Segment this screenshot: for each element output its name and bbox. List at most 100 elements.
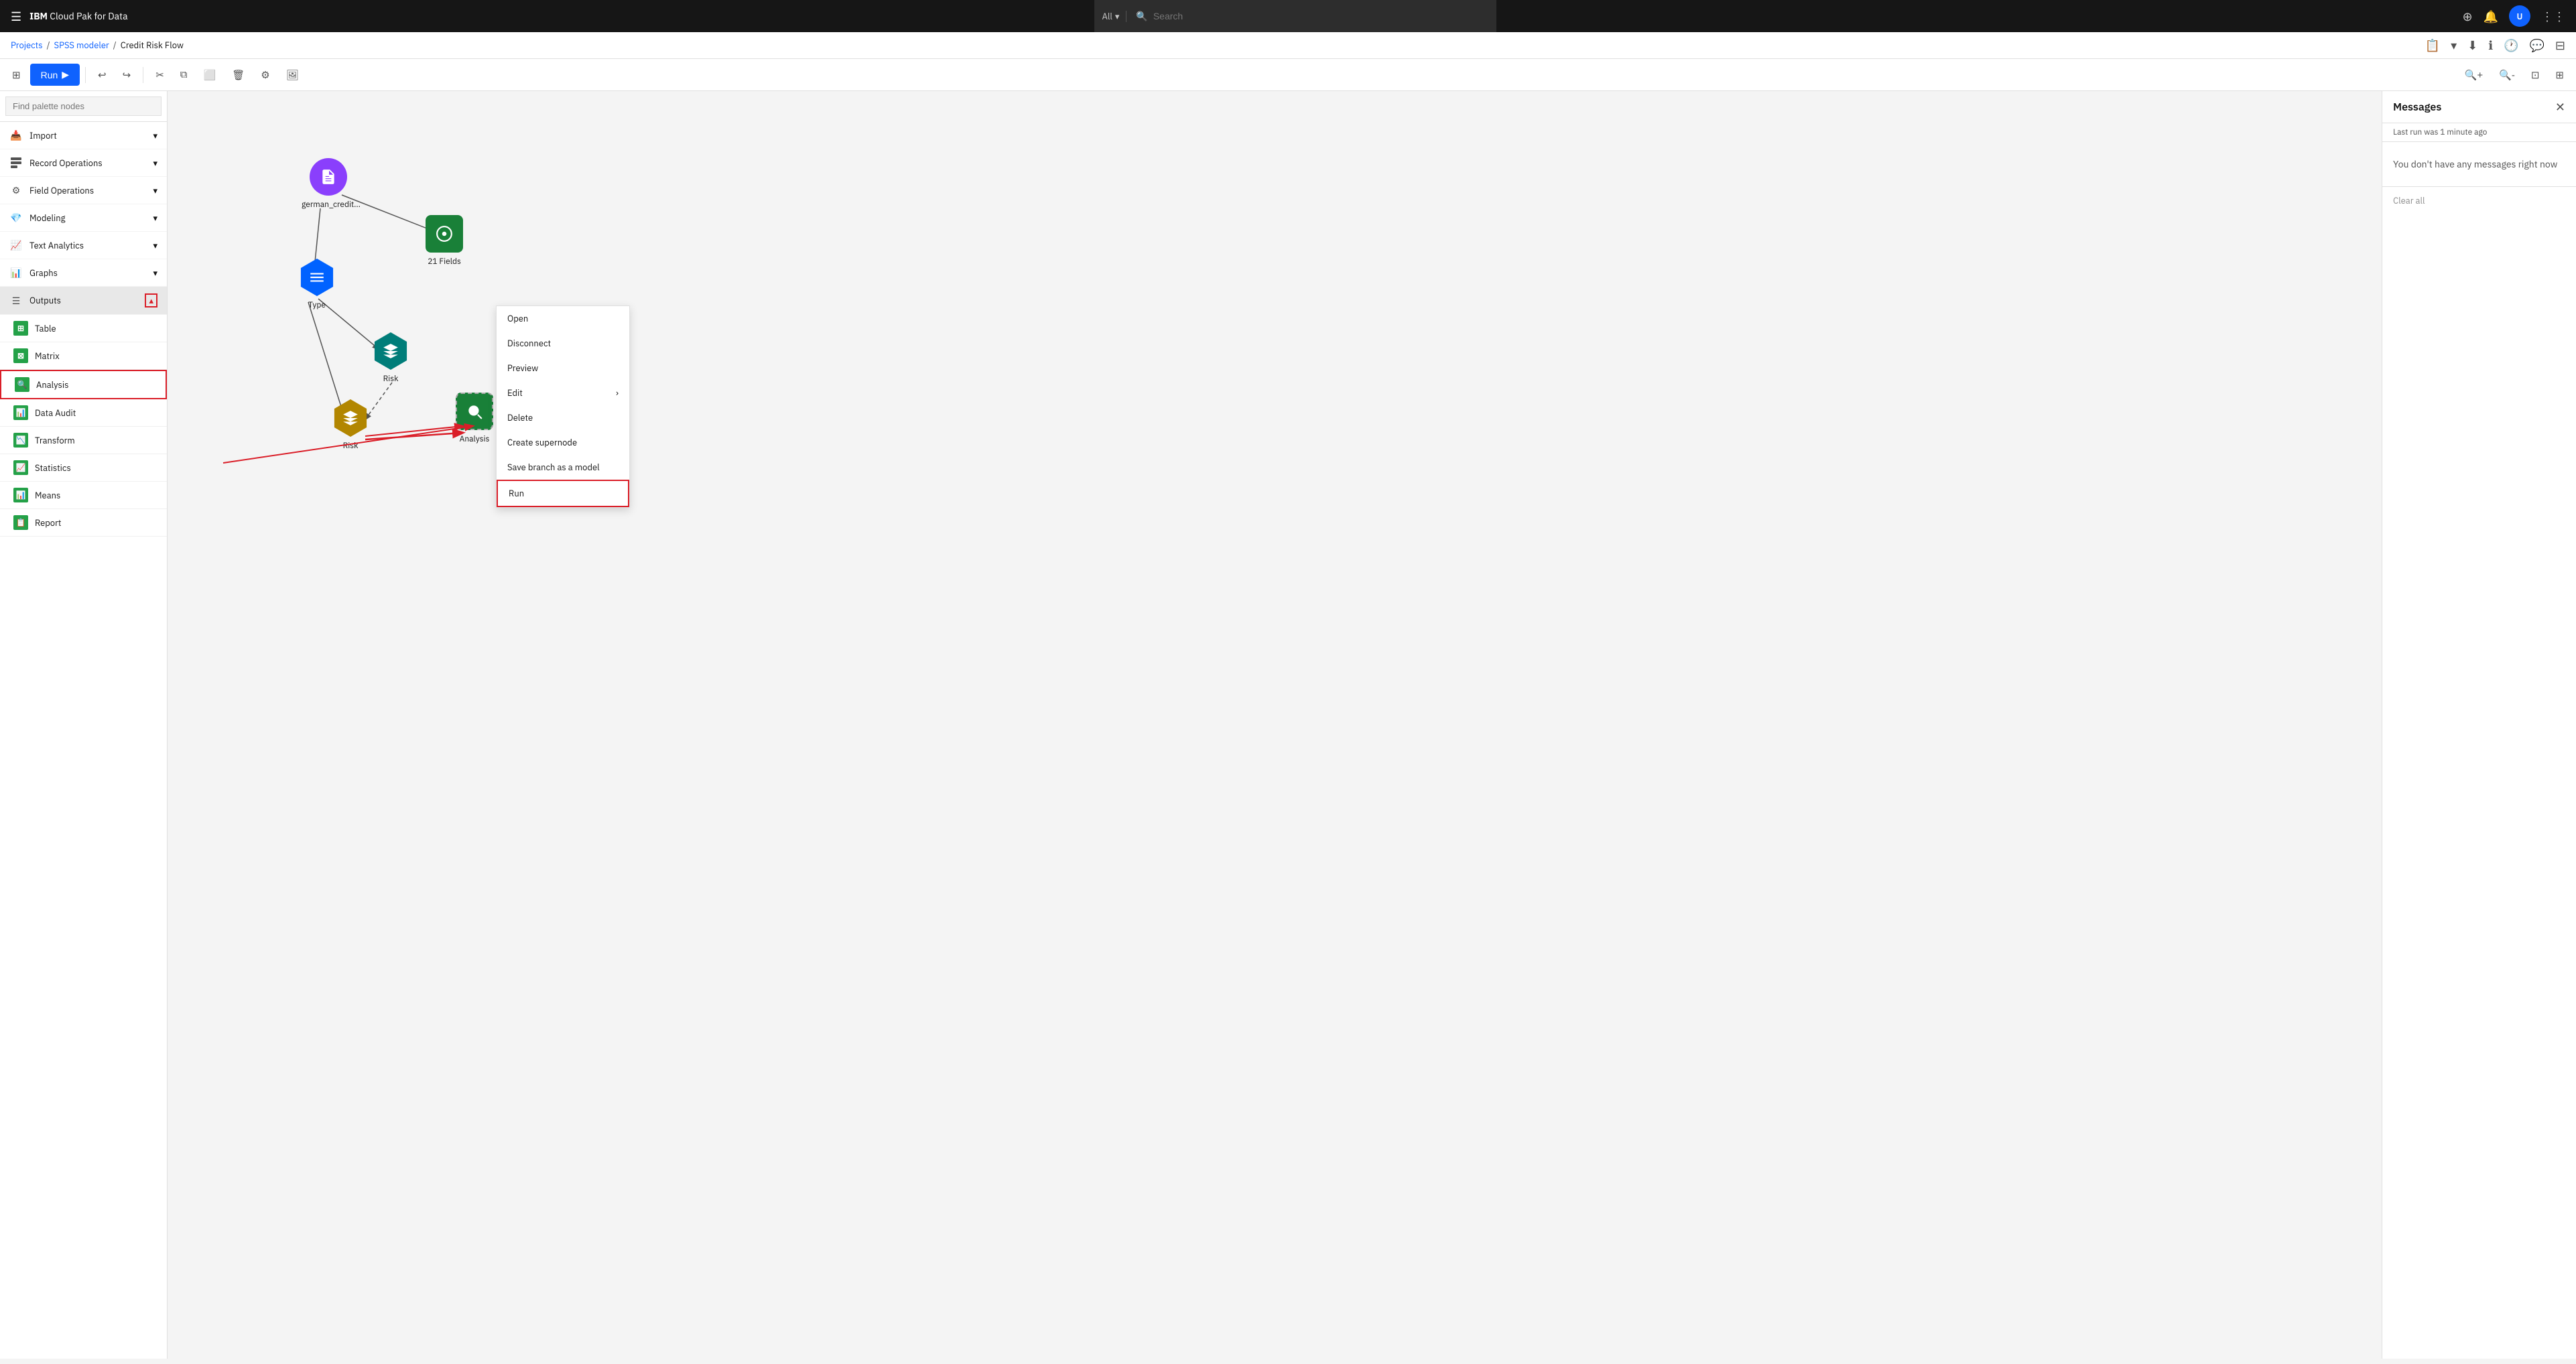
sidebar-subitem-analysis[interactable]: 🔍 Analysis <box>0 370 167 399</box>
apps-icon[interactable]: ⋮⋮ <box>2541 9 2565 24</box>
add-icon[interactable]: ⊕ <box>2462 9 2472 24</box>
context-menu-disconnect[interactable]: Disconnect <box>497 331 629 356</box>
context-menu-preview[interactable]: Preview <box>497 356 629 381</box>
zoom-out-button[interactable]: 🔍- <box>2492 65 2522 85</box>
sidebar-item-modeling[interactable]: 💎 Modeling ▾ <box>0 204 167 232</box>
sidebar-item-graphs[interactable]: 📊 Graphs ▾ <box>0 259 167 287</box>
disconnect-label: Disconnect <box>507 338 551 349</box>
breadcrumb-projects[interactable]: Projects <box>11 40 43 51</box>
node-type[interactable]: Type <box>298 259 336 310</box>
messages-title: Messages <box>2393 100 2441 114</box>
sidebar-subitem-transform[interactable]: 📉 Transform <box>0 427 167 454</box>
statistics-node-icon: 📈 <box>13 460 28 475</box>
fit-button[interactable]: ⊡ <box>2524 65 2547 85</box>
copy-button[interactable]: ⧉ <box>174 65 194 84</box>
report-label: Report <box>35 517 61 529</box>
table-node-icon: ⊞ <box>13 321 28 336</box>
redo-button[interactable]: ↪ <box>116 65 138 85</box>
sidebar-subitem-table[interactable]: ⊞ Table <box>0 315 167 342</box>
chevron-down-icon[interactable]: ▾ <box>2451 38 2457 53</box>
sidebar-subitem-data-audit[interactable]: 📊 Data Audit <box>0 399 167 427</box>
search-scope-label: All <box>1102 11 1112 22</box>
settings-button[interactable]: ⚙ <box>254 65 276 85</box>
risk-hex-label: Risk <box>383 374 399 384</box>
history-icon[interactable]: 🕐 <box>2504 38 2518 53</box>
save-icon[interactable]: 📋 <box>2425 38 2440 53</box>
search-icon: 🔍 <box>1136 10 1147 22</box>
notifications-icon[interactable]: 🔔 <box>2484 9 2498 24</box>
download-icon[interactable]: ⬇ <box>2467 38 2477 53</box>
context-menu-delete[interactable]: Delete <box>497 405 629 430</box>
delete-button[interactable]: 🗑 <box>225 65 251 85</box>
sidebar-item-record-operations[interactable]: Record Operations ▾ <box>0 149 167 177</box>
search-input[interactable] <box>1153 11 1488 21</box>
field-ops-chevron: ▾ <box>153 185 157 196</box>
menu-icon[interactable]: ☰ <box>11 9 21 24</box>
save-branch-label: Save branch as a model <box>507 462 600 473</box>
search-scope-dropdown[interactable]: All ▾ <box>1102 11 1127 22</box>
means-node-icon: 📊 <box>13 488 28 502</box>
toolbar-right: 🔍+ 🔍- ⊡ ⊞ <box>2458 65 2571 85</box>
view-icon[interactable]: ⊟ <box>2555 38 2565 53</box>
node-risk-gold[interactable]: Risk <box>332 399 369 451</box>
context-menu-edit[interactable]: Edit › <box>497 381 629 405</box>
sidebar-item-outputs[interactable]: ☰ Outputs ▴ <box>0 287 167 315</box>
breadcrumb-spss[interactable]: SPSS modeler <box>54 40 109 51</box>
german-credit-label: german_credit... <box>302 200 355 210</box>
palette-search-input[interactable] <box>5 96 162 116</box>
sidebar-subitem-matrix[interactable]: ⊠ Matrix <box>0 342 167 370</box>
analysis-shape <box>456 393 493 430</box>
sidebar-item-field-operations[interactable]: ⚙ Field Operations ▾ <box>0 177 167 204</box>
outputs-icon: ☰ <box>9 294 23 308</box>
info-icon[interactable]: ℹ <box>2488 38 2493 53</box>
breadcrumb-sep1: / <box>47 40 50 51</box>
risk-gold-shape <box>332 399 369 437</box>
messages-empty-text: You don't have any messages right now <box>2382 142 2576 187</box>
type-label: Type <box>308 300 326 310</box>
red-arrows <box>168 91 2382 1359</box>
avatar[interactable]: U <box>2509 5 2530 27</box>
sidebar-item-import[interactable]: 📥 Import ▾ <box>0 122 167 149</box>
breadcrumb-current: Credit Risk Flow <box>121 40 184 51</box>
messages-close-button[interactable]: ✕ <box>2555 99 2565 115</box>
field-ops-label: Field Operations <box>29 185 94 196</box>
messages-clear-all-button[interactable]: Clear all <box>2382 187 2576 214</box>
sidebar-subitem-means[interactable]: 📊 Means <box>0 482 167 509</box>
open-label: Open <box>507 313 528 324</box>
node-analysis[interactable]: Analysis <box>456 393 493 444</box>
import-icon: 📥 <box>9 129 23 142</box>
context-menu-run[interactable]: Run <box>497 480 629 507</box>
search-bar: All ▾ 🔍 <box>1094 0 1496 32</box>
risk-gold-label: Risk <box>343 441 359 451</box>
sidebar-subitem-report[interactable]: 📋 Report <box>0 509 167 537</box>
messages-last-run: Last run was 1 minute ago <box>2382 123 2576 142</box>
transform-label: Transform <box>35 435 75 446</box>
sidebar-subitem-statistics[interactable]: 📈 Statistics <box>0 454 167 482</box>
transform-node-icon: 📉 <box>13 433 28 448</box>
german-credit-shape <box>310 158 347 196</box>
table-label: Table <box>35 323 56 334</box>
run-button[interactable]: Run ▶ <box>30 64 80 86</box>
undo-button[interactable]: ↩ <box>91 65 113 85</box>
comment-icon[interactable]: 💬 <box>2529 38 2544 53</box>
format-button[interactable]: 🖼 <box>279 65 306 85</box>
messages-header: Messages ✕ <box>2382 91 2576 123</box>
context-menu-save-branch[interactable]: Save branch as a model <box>497 455 629 480</box>
preview-label: Preview <box>507 362 538 374</box>
node-risk-hex[interactable]: Risk <box>372 332 409 384</box>
zoom-in-button[interactable]: 🔍+ <box>2458 65 2490 85</box>
node-german-credit[interactable]: german_credit... <box>302 158 355 210</box>
topnav: ☰ IBM Cloud Pak for Data All ▾ 🔍 ⊕ 🔔 U ⋮… <box>0 0 2576 32</box>
run-context-label: Run <box>509 488 524 499</box>
sidebar-item-text-analytics[interactable]: 📈 Text Analytics ▾ <box>0 232 167 259</box>
cut-button[interactable]: ✂ <box>149 65 171 85</box>
grid-button[interactable]: ⊞ <box>2549 65 2571 85</box>
import-label: Import <box>29 130 57 141</box>
context-menu-create-supernode[interactable]: Create supernode <box>497 430 629 455</box>
breadcrumb: Projects / SPSS modeler / Credit Risk Fl… <box>0 32 2576 59</box>
paste-button[interactable]: ⬜ <box>197 65 223 85</box>
node-21-fields[interactable]: 21 Fields <box>426 215 463 267</box>
outputs-chevron: ▴ <box>145 293 157 308</box>
toggle-palette-button[interactable]: ⊞ <box>5 65 27 85</box>
context-menu-open[interactable]: Open <box>497 306 629 331</box>
